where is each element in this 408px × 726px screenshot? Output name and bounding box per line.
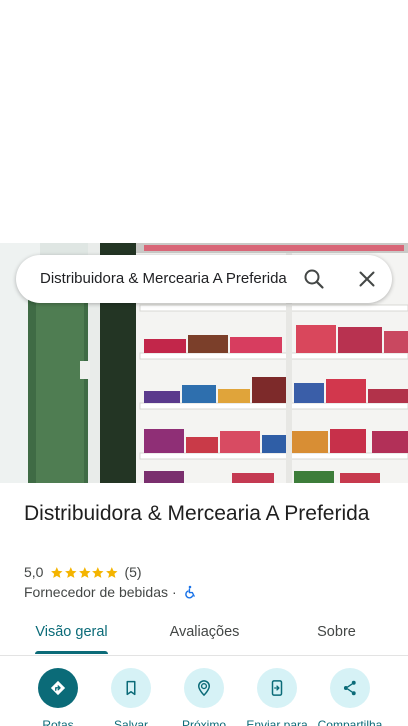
category-row: Fornecedor de bebidas ·: [24, 583, 197, 601]
save-button[interactable]: Salvar: [91, 668, 171, 726]
map-area[interactable]: [0, 0, 408, 243]
nearby-icon: [197, 680, 211, 697]
active-tab-indicator: [35, 651, 108, 654]
rating-row[interactable]: 5,0 (5): [24, 563, 142, 581]
share-icon: [343, 680, 356, 696]
tab-overview[interactable]: Visão geral: [20, 612, 123, 654]
rating-stars: [50, 566, 118, 579]
nearby-label: Próximo: [181, 718, 226, 726]
place-category: Fornecedor de bebidas: [24, 584, 168, 600]
send-to-phone-label: Enviar para: [246, 718, 308, 726]
separator-dot: ·: [172, 584, 177, 600]
close-icon[interactable]: [355, 267, 379, 291]
directions-button[interactable]: Rotas: [18, 668, 98, 726]
star-icon: [65, 566, 77, 578]
action-buttons: Rotas Salvar Próximo Enviar para Compart…: [0, 668, 408, 726]
star-icon: [92, 566, 104, 578]
search-icon[interactable]: [302, 267, 326, 291]
star-icon: [105, 566, 118, 578]
save-button-circle: [111, 668, 151, 708]
directions-label: Rotas: [42, 718, 74, 726]
share-button[interactable]: Compartilha: [310, 668, 390, 726]
tab-reviews[interactable]: Avaliações: [153, 612, 256, 654]
wheelchair-accessible-icon[interactable]: [183, 585, 197, 599]
search-input[interactable]: Distribuidora & Mercearia A Preferida: [40, 255, 304, 303]
share-button-circle: [330, 668, 370, 708]
star-icon: [51, 566, 63, 578]
save-label: Salvar: [113, 718, 148, 726]
tab-about[interactable]: Sobre: [285, 612, 388, 654]
nearby-button[interactable]: Próximo: [164, 668, 244, 726]
share-label: Compartilha: [317, 718, 383, 726]
star-icon: [78, 566, 91, 578]
directions-icon: [50, 680, 66, 696]
place-tabs: Visão geral Avaliações Sobre: [0, 612, 408, 656]
rating-value: 5,0: [24, 564, 44, 580]
bookmark-icon: [126, 680, 136, 696]
send-to-phone-button[interactable]: Enviar para: [237, 668, 317, 726]
review-count[interactable]: (5): [124, 564, 141, 580]
send-to-phone-button-circle: [257, 668, 297, 708]
place-title: Distribuidora & Mercearia A Preferida: [24, 502, 370, 525]
nearby-button-circle: [184, 668, 224, 708]
directions-button-circle: [38, 668, 78, 708]
search-bar[interactable]: Distribuidora & Mercearia A Preferida: [16, 255, 392, 303]
send-to-phone-icon: [271, 680, 283, 696]
